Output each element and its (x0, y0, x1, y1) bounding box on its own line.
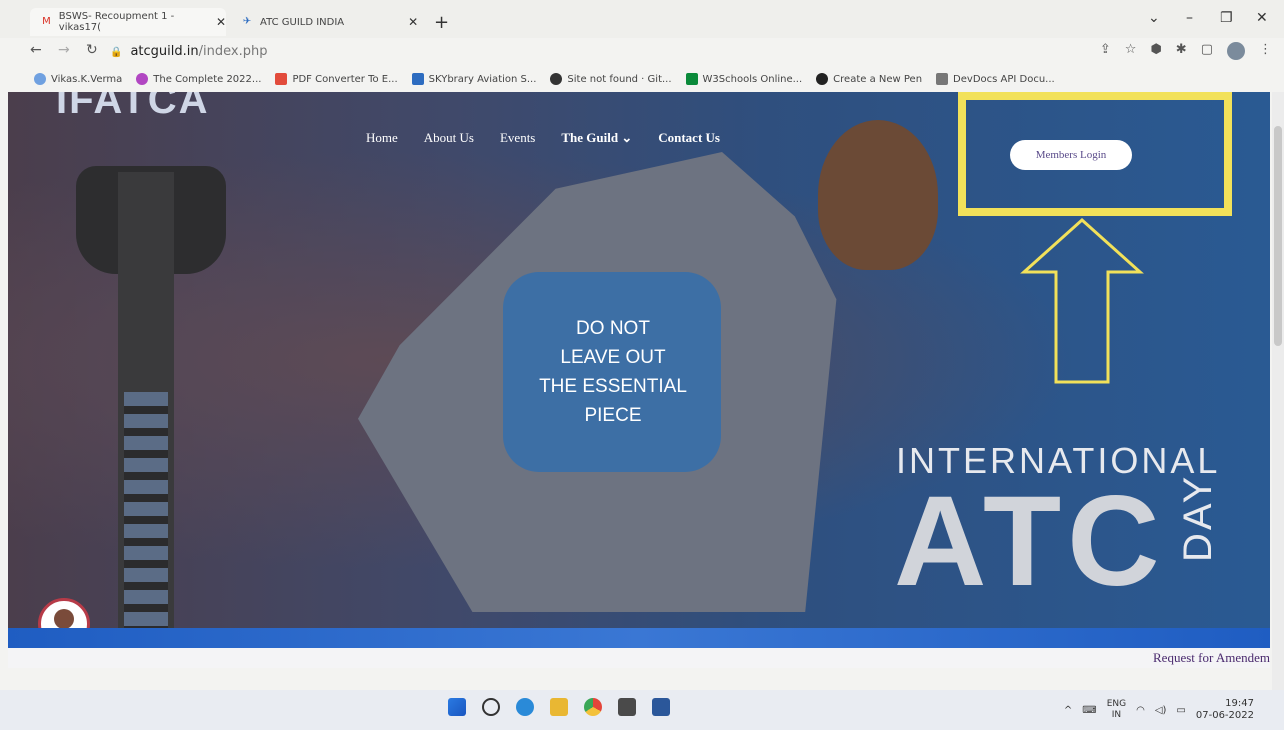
toolbar-icons: ⇪ ☆ ⬢ ✱ ▢ ⋮ (1100, 42, 1272, 60)
search-icon[interactable] (482, 698, 500, 716)
hero-banner: IFATCA DO NOT LEAVE OUT THE ESSENTIAL PI… (8, 92, 1270, 628)
puzzle-caption: DO NOT LEAVE OUT THE ESSENTIAL PIECE (539, 318, 687, 426)
sublime-icon[interactable] (618, 698, 636, 716)
banner-day: DAY (1176, 473, 1220, 562)
new-tab-button[interactable]: + (434, 12, 449, 33)
nav-the-guild[interactable]: The Guild ⌄ (561, 130, 632, 146)
bookmark-item[interactable]: Site not found · Git... (550, 73, 672, 85)
taskbar-apps (448, 698, 670, 716)
bookmark-icon (34, 73, 46, 85)
sidepanel-icon[interactable]: ▢ (1201, 42, 1213, 60)
bookmark-icon (936, 73, 949, 85)
bookmark-item[interactable]: W3Schools Online... (685, 73, 802, 85)
maximize-icon[interactable]: ❐ (1220, 10, 1233, 26)
ticker-text[interactable]: Request for Amendem (1153, 650, 1270, 666)
bookmark-item[interactable]: The Complete 2022... (136, 73, 261, 85)
annotation-up-arrow-icon (1020, 217, 1144, 384)
scrollbar-thumb[interactable] (1274, 126, 1282, 346)
agent-head (54, 609, 74, 629)
bookmark-icon (275, 73, 288, 85)
wifi-icon[interactable]: ◠ (1136, 705, 1145, 716)
word-icon[interactable] (652, 698, 670, 716)
windows-taskbar: ^ ⌨ ENG IN ◠ ◁) ▭ 19:47 07-06-2022 (0, 690, 1284, 730)
close-icon[interactable]: ✕ (216, 15, 226, 29)
reload-icon[interactable]: ↻ (86, 42, 98, 58)
controller-photo (818, 120, 938, 270)
bookmark-item[interactable]: SKYbrary Aviation S... (411, 73, 536, 85)
share-icon[interactable]: ⇪ (1100, 42, 1111, 60)
keyboard-icon[interactable]: ⌨ (1082, 705, 1096, 716)
back-arrow-icon[interactable]: ← (30, 42, 42, 58)
chrome-icon[interactable] (584, 698, 602, 716)
browser-tabstrip: M BSWS- Recoupment 1 - vikas17( ✕ ✈ ATC … (0, 0, 1284, 38)
members-login-button[interactable]: Members Login (1010, 140, 1132, 170)
banner-atc: ATC (894, 470, 1166, 613)
news-ticker: Request for Amendem (8, 648, 1270, 668)
nav-about-us[interactable]: About Us (424, 130, 474, 146)
bookmark-icon (411, 73, 424, 85)
url-field[interactable]: 🔒 atcguild.in/index.php (110, 44, 267, 59)
clock[interactable]: 19:47 07-06-2022 (1196, 698, 1254, 722)
nav-contact-us[interactable]: Contact Us (658, 130, 720, 146)
blue-divider-bar (8, 628, 1270, 648)
folder-icon[interactable] (550, 698, 568, 716)
bookmark-item[interactable]: DevDocs API Docu... (936, 73, 1055, 85)
minimize-icon[interactable]: – (1186, 10, 1193, 26)
volume-icon[interactable]: ◁) (1155, 705, 1167, 716)
close-icon[interactable]: ✕ (408, 15, 418, 29)
main-nav: Home About Us Events The Guild ⌄ Contact… (366, 130, 720, 146)
site-logo[interactable]: IFATCA (56, 92, 209, 123)
chevron-up-icon[interactable]: ^ (1064, 705, 1072, 716)
github-icon (550, 73, 563, 85)
bookmark-item[interactable]: Vikas.K.Verma (34, 73, 122, 85)
codepen-icon (816, 73, 829, 85)
battery-icon[interactable]: ▭ (1176, 705, 1185, 716)
tab-title: BSWS- Recoupment 1 - vikas17( (58, 11, 175, 33)
lock-icon: 🔒 (110, 47, 123, 58)
menu-icon[interactable]: ⋮ (1259, 42, 1272, 60)
star-icon[interactable]: ☆ (1125, 42, 1137, 60)
bookmark-item[interactable]: PDF Converter To E... (275, 73, 398, 85)
profile-avatar[interactable] (1227, 42, 1245, 60)
nav-events[interactable]: Events (500, 130, 535, 146)
address-bar: ← → ↻ 🔒 atcguild.in/index.php ⇪ ☆ ⬢ ✱ ▢ ⋮ (0, 38, 1284, 66)
site-icon: ✈ (242, 16, 252, 27)
bookmarks-bar: Vikas.K.Verma The Complete 2022... PDF C… (0, 66, 1284, 92)
language-indicator[interactable]: ENG IN (1107, 699, 1126, 721)
gmail-icon: M (42, 16, 51, 27)
windows-start-icon[interactable] (448, 698, 466, 716)
nav-home[interactable]: Home (366, 130, 398, 146)
chevron-down-icon[interactable]: ⌄ (1148, 10, 1160, 26)
puzzle-icon[interactable]: ✱ (1176, 42, 1187, 60)
extension-icon[interactable]: ⬢ (1150, 42, 1161, 60)
forward-arrow-icon[interactable]: → (58, 42, 70, 58)
close-window-icon[interactable]: ✕ (1256, 10, 1268, 26)
tab-atc-guild[interactable]: ✈ ATC GUILD INDIA ✕ (230, 8, 430, 36)
edge-icon[interactable] (516, 698, 534, 716)
page-scrollbar[interactable] (1272, 92, 1284, 692)
tower-windows (124, 392, 168, 628)
system-tray: ^ ⌨ ENG IN ◠ ◁) ▭ 19:47 07-06-2022 (1064, 698, 1254, 722)
tab-title: ATC GUILD INDIA (260, 16, 345, 28)
tab-gmail[interactable]: M BSWS- Recoupment 1 - vikas17( ✕ (30, 8, 226, 36)
bookmark-icon (136, 73, 149, 85)
bookmark-icon (685, 73, 698, 85)
bookmark-item[interactable]: Create a New Pen (816, 73, 922, 85)
